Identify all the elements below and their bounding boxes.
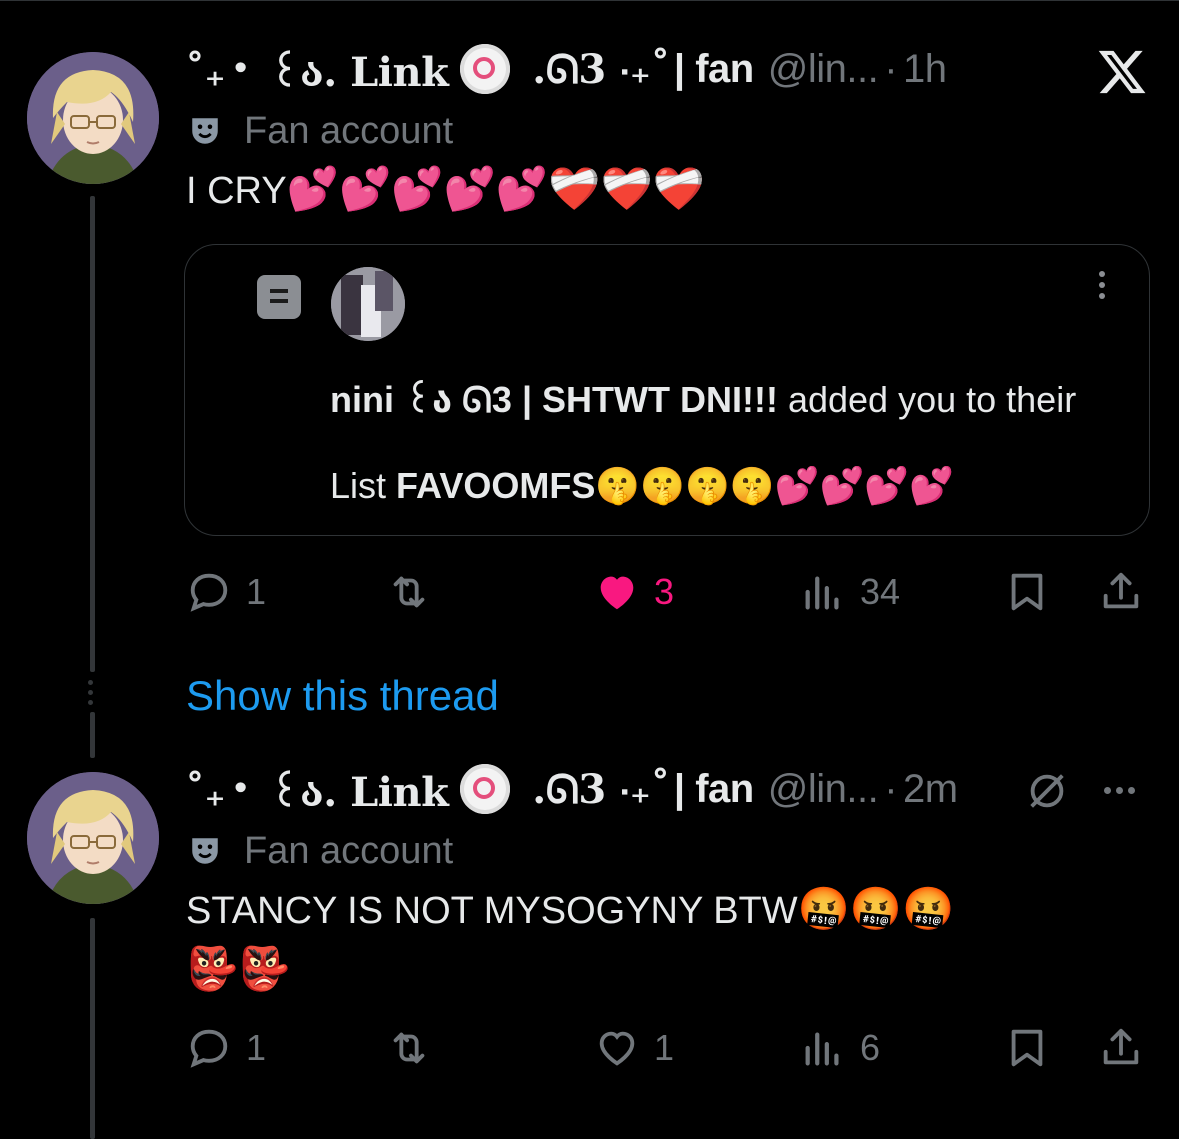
handle[interactable]: @lin...: [768, 47, 879, 92]
show-thread-link[interactable]: Show this thread: [186, 672, 499, 720]
avatar-illustration: [27, 52, 159, 184]
list-icon: [257, 275, 301, 319]
theater-mask-icon: [192, 838, 218, 864]
tweet-actions: 1 3 34: [186, 566, 1152, 618]
views-icon: [805, 576, 839, 610]
thread-gap-dots: [88, 680, 93, 705]
reply-button[interactable]: 1: [186, 566, 266, 618]
views-button[interactable]: 34: [800, 566, 900, 618]
notification-line-1: nini ꒰ა ᘏ3 | SHTWT DNI!!! added you to t…: [330, 373, 1076, 422]
fan-account-label: Fan account: [188, 108, 453, 154]
avatar-illustration: [27, 772, 159, 904]
heart-outline-icon: [599, 1031, 635, 1066]
share-button[interactable]: [1098, 1022, 1144, 1074]
display-name[interactable]: ˚₊‧ ꒰ა. Link: [185, 43, 449, 96]
reply-count: 1: [246, 571, 267, 612]
timestamp[interactable]: 2m: [903, 767, 958, 812]
tweet-header: ˚₊‧ ꒰ა. Link .ᘏ3 ‧₊˚ | fan @lin... · 1h: [185, 43, 947, 96]
views-icon: [805, 1032, 839, 1066]
bookmark-icon: [1011, 1029, 1043, 1067]
separator: ·: [884, 46, 898, 91]
more-options-icon[interactable]: [1099, 271, 1105, 299]
avatar[interactable]: [27, 772, 159, 904]
list-prefix: List: [330, 465, 397, 506]
thread-line-bottom: [90, 918, 95, 1139]
like-button[interactable]: 3: [594, 566, 674, 618]
tweet-body: I CRY: [186, 170, 287, 212]
tweet-header: ˚₊‧ ꒰ა. Link .ᘏ3 ‧₊˚ | fan @lin... · 2m: [185, 763, 958, 816]
timestamp[interactable]: 1h: [903, 47, 947, 92]
share-icon: [1103, 1028, 1139, 1065]
avatar[interactable]: [27, 52, 159, 184]
quoted-avatar[interactable]: [331, 267, 405, 341]
emoji-angry: 🤬🤬🤬: [797, 885, 955, 932]
retweet-icon: [393, 1032, 425, 1064]
bookmark-icon: [1011, 573, 1043, 611]
bookmark-button[interactable]: [1004, 566, 1050, 618]
fan-account-text: Fan account: [244, 109, 454, 152]
more-options-icon[interactable]: [1104, 787, 1135, 794]
view-count: 34: [860, 571, 901, 612]
tweet-text: I CRY💕💕💕💕💕❤️‍🩹❤️‍🩹❤️‍🩹: [186, 160, 705, 220]
fan-account-text: Fan account: [244, 829, 454, 872]
theater-mask-icon: [192, 118, 218, 144]
tweet-body: STANCY IS NOT MYSOGYNY BTW: [186, 890, 798, 932]
top-divider: [0, 0, 1179, 1]
quoted-user-name[interactable]: nini ꒰ა ᘏ3 | SHTWT DNI!!!: [330, 379, 778, 420]
display-name[interactable]: ˚₊‧ ꒰ა. Link: [185, 763, 449, 816]
like-button[interactable]: 1: [594, 1022, 674, 1074]
like-count: 1: [654, 1027, 675, 1068]
fan-account-label: Fan account: [188, 828, 453, 874]
retweet-button[interactable]: [386, 1022, 432, 1074]
quoted-avatar-photo: [331, 267, 405, 341]
fan-tag[interactable]: | fan: [674, 767, 754, 812]
display-name-suffix[interactable]: .ᘏ3 ‧₊˚: [532, 46, 670, 93]
notification-action: added you to their: [777, 379, 1077, 420]
emoji-hearts: 💕💕💕💕💕❤️‍🩹❤️‍🩹❤️‍🩹: [286, 165, 706, 212]
handle[interactable]: @lin...: [768, 767, 879, 812]
reply-button[interactable]: 1: [186, 1022, 266, 1074]
reply-icon: [190, 1029, 228, 1068]
share-button[interactable]: [1098, 566, 1144, 618]
naruto-badge-icon: [460, 764, 511, 814]
views-button[interactable]: 6: [800, 1022, 880, 1074]
list-emojis: 🤫🤫🤫🤫💕💕💕💕: [595, 465, 954, 506]
emoji-tengu: 👺👺: [186, 945, 291, 992]
retweet-icon: [393, 576, 425, 608]
quoted-notification-card[interactable]: nini ꒰ა ᘏ3 | SHTWT DNI!!! added you to t…: [184, 244, 1150, 536]
bookmark-button[interactable]: [1004, 1022, 1050, 1074]
heart-filled-icon: [600, 576, 634, 610]
like-count: 3: [654, 571, 675, 612]
view-count: 6: [860, 1027, 881, 1068]
thread-line-middle: [90, 712, 95, 758]
share-icon: [1103, 572, 1139, 609]
x-logo-icon: [1098, 50, 1146, 94]
notification-line-2: List FAVOOMFS🤫🤫🤫🤫💕💕💕💕: [330, 465, 954, 507]
list-name[interactable]: FAVOOMFS: [396, 465, 595, 506]
retweet-button[interactable]: [386, 566, 432, 618]
tweet-actions: 1 1 6: [186, 1022, 1152, 1074]
thread-line-top: [90, 196, 95, 672]
separator: ·: [884, 766, 898, 811]
tweet-text: STANCY IS NOT MYSOGYNY BTW🤬🤬🤬 👺👺: [186, 880, 955, 998]
grok-icon[interactable]: [1024, 768, 1070, 814]
fan-tag[interactable]: | fan: [674, 47, 754, 92]
reply-icon: [190, 573, 228, 612]
display-name-suffix[interactable]: .ᘏ3 ‧₊˚: [532, 766, 670, 813]
naruto-badge-icon: [460, 44, 511, 94]
reply-count: 1: [246, 1027, 267, 1068]
